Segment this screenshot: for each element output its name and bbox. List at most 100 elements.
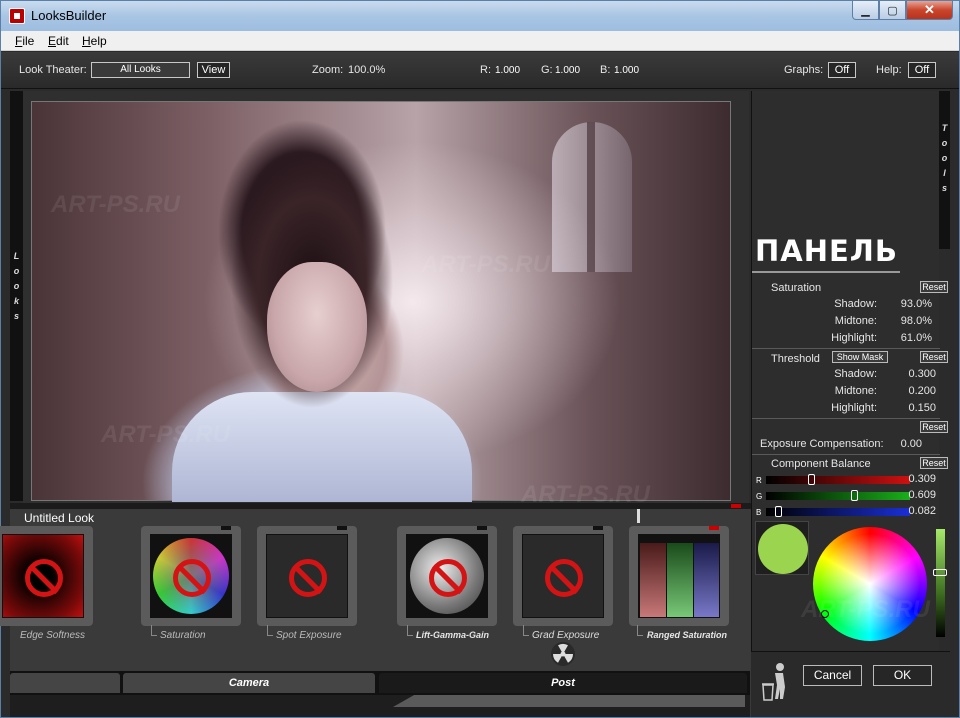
menu-file[interactable]: File — [15, 34, 34, 48]
look-status-marker — [731, 504, 741, 508]
threshold-midtone-label: Midtone: — [834, 385, 877, 397]
minimize-button[interactable]: ▁ — [852, 1, 879, 20]
tool-bracket — [267, 625, 273, 636]
looks-letter: o — [13, 266, 20, 276]
tool-indicator — [593, 526, 603, 530]
balance-slider-track[interactable] — [766, 492, 910, 500]
balance-slider-handle[interactable] — [807, 474, 815, 485]
tool-thumbnail — [150, 534, 232, 618]
preview-photo — [31, 101, 731, 502]
disabled-icon — [173, 559, 211, 597]
green-range-bar — [667, 543, 693, 617]
zoom-value: 100.0% — [348, 64, 386, 76]
toolbar: Look Theater: All Looks View Zoom: 100.0… — [1, 52, 959, 89]
trash-icon[interactable] — [761, 661, 789, 701]
close-button[interactable]: ✕ — [906, 1, 953, 20]
component-balance-reset-button[interactable]: Reset — [920, 457, 948, 469]
tool-thumbnail — [522, 534, 604, 618]
title-bar: LooksBuilder ▁ ▢ ✕ — [1, 1, 959, 31]
tool-tile-lift-gamma-gain[interactable] — [397, 526, 497, 626]
luminance-slider[interactable] — [936, 529, 945, 637]
color-wheel[interactable] — [813, 527, 927, 641]
tool-indicator — [221, 526, 231, 530]
saturation-title: Saturation — [771, 282, 822, 294]
photo-face — [267, 262, 367, 392]
disabled-icon — [289, 559, 327, 597]
threshold-shadow-label: Shadow: — [834, 368, 877, 380]
balance-channel-letter: B — [756, 508, 762, 517]
balance-slider-track[interactable] — [766, 508, 910, 516]
tool-thumbnail — [266, 534, 348, 618]
maximize-button[interactable]: ▢ — [879, 1, 906, 20]
menu-edit[interactable]: Edit — [48, 34, 69, 48]
graphs-label: Graphs: — [784, 64, 824, 76]
photo-window-frame — [587, 122, 595, 272]
tool-indicator — [709, 526, 719, 530]
look-theater-select[interactable]: All Looks — [91, 62, 190, 78]
threshold-midtone-value[interactable]: 0.200 — [882, 385, 936, 397]
app-icon — [9, 8, 25, 24]
tab-post[interactable]: Post — [379, 673, 747, 693]
graphs-toggle[interactable]: Off — [828, 62, 856, 78]
help-label: Help: — [876, 64, 902, 76]
exposure-label: Exposure Compensation: — [760, 438, 884, 450]
tool-insert-marker[interactable] — [637, 509, 640, 523]
g-value: 1.000 — [555, 65, 581, 76]
color-swatch[interactable] — [758, 524, 808, 574]
looks-drawer-tab[interactable]: L o o k s — [10, 91, 23, 501]
view-button[interactable]: View — [197, 62, 230, 78]
help-toggle[interactable]: Off — [908, 62, 936, 78]
color-swatch-frame — [755, 521, 809, 575]
panel-divider — [752, 418, 940, 419]
tool-tile-saturation[interactable] — [141, 526, 241, 626]
menu-bar: File Edit Help — [1, 31, 959, 51]
tab-first[interactable] — [10, 673, 120, 693]
panel-logo-underline — [752, 271, 900, 273]
look-theater-label: Look Theater: — [19, 64, 87, 76]
tool-tile-grad-exposure[interactable] — [513, 526, 613, 626]
window-title: LooksBuilder — [31, 8, 107, 23]
ok-button[interactable]: OK — [873, 665, 932, 686]
panel-divider — [752, 454, 940, 455]
saturation-reset-button[interactable]: Reset — [920, 281, 948, 293]
balance-slider-track[interactable] — [766, 476, 910, 484]
balance-value[interactable]: 0.082 — [902, 505, 936, 517]
disabled-icon — [545, 559, 583, 597]
image-viewer[interactable] — [23, 91, 749, 503]
looks-letter: L — [13, 251, 20, 261]
threshold-shadow-value[interactable]: 0.300 — [882, 368, 936, 380]
tool-tile-edge-softness[interactable] — [0, 526, 93, 626]
tab-camera[interactable]: Camera — [123, 673, 375, 693]
tool-label-grad-exposure: Grad Exposure — [532, 630, 600, 641]
tool-thumbnail — [2, 534, 84, 618]
balance-channel-letter: R — [756, 476, 762, 485]
cancel-button[interactable]: Cancel — [803, 665, 862, 686]
tool-label-edge-softness: Edge Softness — [20, 630, 86, 641]
b-value: 1.000 — [614, 65, 640, 76]
r-value: 1.000 — [495, 65, 521, 76]
exposure-reset-button[interactable]: Reset — [920, 421, 948, 433]
balance-slider-handle[interactable] — [850, 490, 858, 501]
balance-value[interactable]: 0.609 — [902, 489, 936, 501]
show-mask-button[interactable]: Show Mask — [832, 351, 888, 363]
tool-tile-spot-exposure[interactable] — [257, 526, 357, 626]
look-title[interactable]: Untitled Look — [24, 511, 94, 525]
threshold-highlight-value[interactable]: 0.150 — [882, 402, 936, 414]
b-label: B: — [600, 64, 611, 76]
tool-tile-ranged-saturation[interactable] — [629, 526, 729, 626]
saturation-highlight-value[interactable]: 61.0% — [882, 332, 932, 344]
saturation-highlight-label: Highlight: — [831, 332, 877, 344]
color-wheel-picker[interactable] — [821, 610, 829, 618]
saturation-midtone-value[interactable]: 98.0% — [882, 315, 932, 327]
saturation-shadow-value[interactable]: 93.0% — [882, 298, 932, 310]
right-frame — [950, 91, 959, 717]
luminance-slider-handle[interactable] — [933, 569, 947, 576]
exposure-value[interactable]: 0.00 — [892, 438, 922, 450]
balance-value[interactable]: 0.309 — [902, 473, 936, 485]
balance-slider-handle[interactable] — [774, 506, 782, 517]
zoom-label: Zoom: — [312, 64, 344, 76]
tool-indicator — [477, 526, 487, 530]
tools-drawer-tab[interactable]: T o o l s — [939, 91, 950, 249]
threshold-reset-button[interactable]: Reset — [920, 351, 948, 363]
menu-help[interactable]: Help — [82, 34, 107, 48]
